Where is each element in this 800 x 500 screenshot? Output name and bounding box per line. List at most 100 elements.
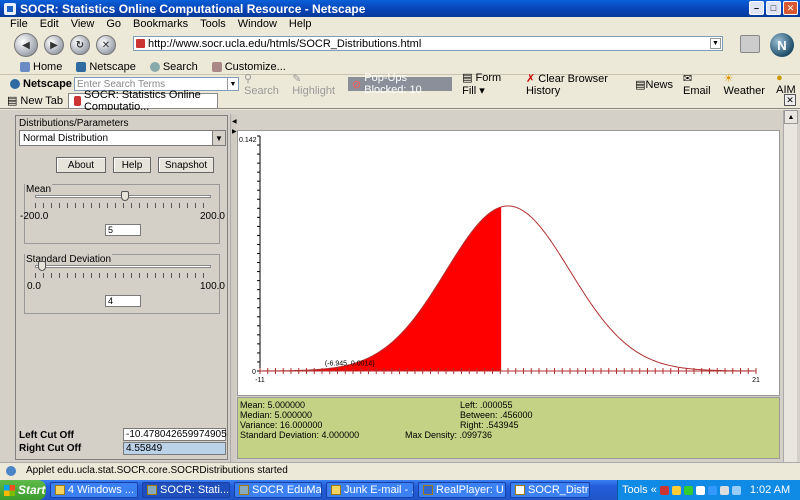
taskbar-item-label: SOCR EduMat... — [252, 484, 322, 496]
folder-icon — [55, 485, 65, 495]
page-favicon-icon — [136, 39, 145, 48]
stop-icon[interactable]: ✕ — [96, 35, 116, 55]
taskbar-item-label: SOCR_Distrib... — [528, 484, 590, 496]
menu-bookmarks[interactable]: Bookmarks — [133, 18, 188, 30]
tray-icon-1[interactable] — [659, 485, 669, 495]
distribution-select[interactable]: Normal Distribution ▼ — [19, 130, 226, 146]
sd-slider-ticks — [35, 273, 211, 278]
menu-help[interactable]: Help — [289, 18, 312, 30]
menu-tools[interactable]: Tools — [200, 18, 226, 30]
status-icon — [6, 466, 16, 476]
panel-title: Distributions/Parameters — [19, 118, 129, 129]
windows-taskbar: Start 4 Windows ... SOCR: Stati... SOCR … — [0, 480, 800, 500]
about-button[interactable]: About — [56, 157, 106, 173]
distribution-plot[interactable]: 0.142 0 -11 21 (-6.945, 0.0014) — [237, 130, 780, 396]
netscape-icon — [76, 61, 87, 72]
tray-icon-2[interactable] — [671, 485, 681, 495]
email-icon: ✉ — [683, 72, 693, 85]
density-curve — [260, 205, 756, 372]
url-dropdown-icon[interactable]: ▼ — [710, 38, 721, 49]
new-tab-icon: ▤ — [7, 95, 18, 107]
mean-label: Mean — [25, 184, 53, 195]
forward-icon[interactable]: ▶ — [44, 35, 64, 55]
mean-value-input[interactable]: 5 — [105, 224, 141, 236]
taskbar-item-label: SOCR: Stati... — [160, 484, 230, 496]
new-tab-button[interactable]: ▤ New Tab — [2, 93, 68, 108]
sd-slider-track[interactable] — [35, 265, 211, 268]
menu-file[interactable]: File — [10, 18, 28, 30]
tray-icon-4[interactable] — [695, 485, 705, 495]
scroll-up-icon[interactable]: ▲ — [784, 110, 798, 124]
taskbar-item-realplayer[interactable]: RealPlayer: U... — [418, 482, 506, 498]
taskbar-item-windows[interactable]: 4 Windows ... — [50, 482, 138, 498]
home-button[interactable]: Home — [20, 61, 62, 73]
taskbar-item-socr-distrib[interactable]: SOCR_Distrib... — [510, 482, 590, 498]
menu-edit[interactable]: Edit — [40, 18, 59, 30]
search-icon — [149, 61, 160, 72]
left-cutoff-label: Left Cut Off — [19, 430, 74, 441]
volume-icon[interactable] — [719, 485, 729, 495]
menu-window[interactable]: Window — [238, 18, 277, 30]
search-button[interactable]: Search — [149, 60, 198, 73]
distributions-panel: Distributions/Parameters Normal Distribu… — [15, 115, 228, 460]
taskbar-item-junk-email[interactable]: Junk E-mail - ... — [326, 482, 414, 498]
tray-icon-3[interactable] — [683, 485, 693, 495]
status-text: Applet edu.ucla.stat.SOCR.core.SOCRDistr… — [26, 465, 288, 476]
sd-min-label: 0.0 — [27, 281, 41, 292]
mean-slider-group: Mean -200.0 200.0 5 — [20, 184, 225, 244]
mean-slider-thumb[interactable] — [121, 191, 130, 201]
splitter-right-arrow-icon[interactable]: ▶ — [232, 128, 237, 135]
start-button[interactable]: Start — [0, 480, 46, 500]
close-tab-icon[interactable]: ✕ — [784, 94, 796, 106]
back-icon[interactable]: ◀ — [14, 33, 38, 57]
network-icon[interactable] — [731, 485, 741, 495]
aim-icon: ● — [776, 72, 783, 84]
url-text: http://www.socr.ucla.edu/htmls/SOCR_Dist… — [148, 37, 422, 50]
document-icon — [515, 485, 525, 495]
news-icon: ▤ — [635, 78, 646, 91]
distribution-graph[interactable]: 0.142 0-11 21 (-6.945, 0.0014) — [238, 131, 781, 397]
sd-value-input[interactable]: 4 — [105, 295, 141, 307]
page-scrollbar[interactable]: ▲ — [783, 110, 798, 462]
news-button[interactable]: ▤News — [635, 78, 673, 91]
tab-socr[interactable]: SOCR: Statistics Online Computatio... — [68, 89, 219, 113]
navigation-toolbar: ◀ ▶ ↻ ✕ http://www.socr.ucla.edu/htmls/S… — [0, 31, 800, 59]
search-dropdown-icon[interactable]: ▼ — [227, 78, 238, 90]
window-title-bar[interactable]: SOCR: Statistics Online Computational Re… — [0, 0, 800, 17]
home-icon — [20, 61, 30, 72]
splitter-left-arrow-icon[interactable]: ◀ — [232, 118, 237, 125]
right-cutoff-input[interactable]: 4.55849 — [123, 442, 226, 455]
search-label: Search — [162, 60, 198, 73]
brand-label: Netscape — [23, 77, 72, 90]
menu-go[interactable]: Go — [106, 18, 121, 30]
distribution-value: Normal Distribution — [23, 132, 109, 144]
x-tick-label-max: 21 — [752, 377, 760, 384]
netscape-search-brand[interactable]: Netscape ▾ — [10, 77, 80, 90]
panel-splitter[interactable]: ◀ ▶ — [230, 114, 237, 462]
windows-logo-icon — [4, 484, 15, 496]
sd-slider-thumb[interactable] — [38, 261, 47, 271]
menu-view[interactable]: View — [71, 18, 95, 30]
reload-icon[interactable]: ↻ — [70, 35, 90, 55]
snapshot-button[interactable]: Snapshot — [158, 157, 214, 173]
taskbar-item-label: Junk E-mail - ... — [344, 484, 414, 496]
system-tray: Tools « 1:02 AM — [617, 480, 800, 500]
chevron-down-icon[interactable]: ▼ — [212, 131, 225, 145]
tray-expand-icon[interactable]: « — [651, 484, 657, 496]
tools-toolbar-label[interactable]: Tools — [622, 484, 648, 496]
taskbar-item-socr-stati[interactable]: SOCR: Stati... — [142, 482, 230, 498]
minimize-button[interactable]: – — [749, 1, 764, 15]
left-cutoff-input[interactable]: -10.478042659974905 — [123, 428, 227, 441]
print-icon[interactable] — [740, 35, 760, 53]
maximize-button[interactable]: □ — [766, 1, 781, 15]
close-window-button[interactable]: ✕ — [783, 1, 798, 15]
netscape-task-icon — [147, 485, 157, 495]
tray-icon-5[interactable] — [707, 485, 717, 495]
y-tick-label-max: 0.142 — [239, 137, 257, 144]
popups-blocked-button[interactable]: ⊘ Pop-Ups Blocked: 10 — [348, 72, 453, 96]
netscape-button[interactable]: Netscape — [76, 61, 136, 73]
cursor-annotation: (-6.945, 0.0014) — [325, 361, 375, 368]
help-button[interactable]: Help — [113, 157, 151, 173]
taskbar-item-socr-edumat[interactable]: SOCR EduMat... — [234, 482, 322, 498]
url-bar[interactable]: http://www.socr.ucla.edu/htmls/SOCR_Dist… — [133, 36, 723, 51]
